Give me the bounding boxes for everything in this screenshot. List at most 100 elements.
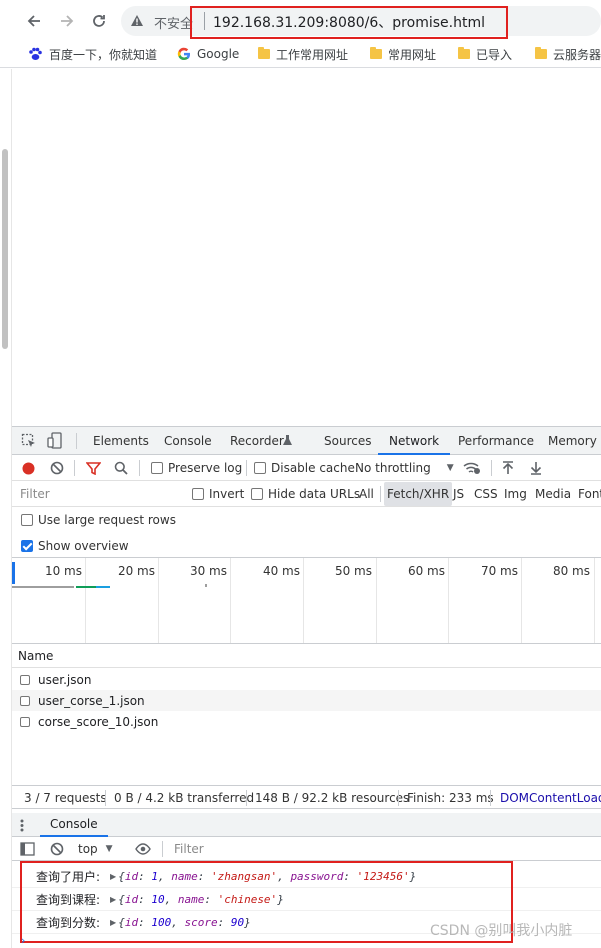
checkbox-box[interactable]	[192, 487, 204, 500]
tick-label: 60 ms	[407, 564, 445, 578]
tab-sources[interactable]: Sources	[324, 427, 371, 455]
request-name: user.json	[38, 672, 92, 687]
type-js[interactable]: JS	[450, 482, 467, 506]
bookmark-folder-common[interactable]: 常用网址	[370, 40, 436, 68]
checkbox-box[interactable]	[21, 540, 33, 552]
console-prompt-icon[interactable]: ›	[21, 934, 25, 947]
tab-separator	[76, 433, 77, 449]
filter-placeholder: Filter	[20, 487, 50, 501]
bookmark-folder-work[interactable]: 工作常用网址	[258, 40, 348, 68]
table-row[interactable]: corse_score_10.json	[12, 711, 601, 732]
type-separator	[380, 486, 381, 502]
tab-network[interactable]: Network	[378, 427, 451, 455]
filter-funnel-icon	[86, 462, 101, 475]
watermark: CSDN @别叫我小内脏	[430, 923, 573, 939]
tab-console[interactable]: Console	[164, 427, 212, 455]
summary-finish: Finish: 233 ms	[407, 791, 494, 805]
tab-memory[interactable]: Memory	[548, 427, 597, 455]
network-summary: 3 / 7 requests 0 B / 4.2 kB transferred …	[12, 785, 601, 809]
forward-button[interactable]	[54, 8, 80, 34]
inspect-element-icon	[21, 433, 35, 447]
tab-performance[interactable]: Performance	[458, 427, 534, 455]
dropdown-arrow-icon: ▼	[105, 844, 113, 854]
network-toolbar: Preserve log Disable cache No throttling…	[12, 455, 601, 481]
sidebar-toggle-icon	[20, 842, 35, 856]
checkbox-box[interactable]	[21, 514, 33, 526]
bookmark-label: 云服务器	[553, 47, 601, 62]
table-row[interactable]: user_corse_1.json	[12, 690, 601, 711]
reload-icon	[93, 15, 105, 27]
bookmarks-bar: 百度一下，你就知道 Google 工作常用网址 常用网址 已导入 云服务器	[0, 40, 601, 68]
devtools-tabs: Elements Console Recorder Sources Networ…	[12, 427, 601, 455]
network-conditions-icon	[463, 462, 480, 474]
type-img[interactable]: Img	[501, 482, 530, 506]
invert-label: Invert	[209, 486, 245, 501]
type-fetch-xhr[interactable]: Fetch/XHR	[384, 482, 453, 506]
show-overview-label: Show overview	[38, 539, 129, 553]
bookmark-google[interactable]: Google	[177, 40, 239, 68]
scrollbar-thumb[interactable]	[2, 149, 8, 349]
bookmark-folder-imported[interactable]: 已导入	[458, 40, 512, 68]
clear-icon	[50, 461, 64, 475]
file-icon	[20, 695, 30, 706]
request-name: corse_score_10.json	[38, 714, 159, 729]
drawer-tab-console[interactable]: Console	[40, 813, 108, 837]
tick-label: 20 ms	[117, 564, 155, 578]
bookmark-label: 常用网址	[388, 47, 437, 62]
preserve-log-checkbox[interactable]: Preserve log	[151, 455, 242, 480]
eye-icon	[135, 843, 151, 855]
back-button[interactable]	[21, 8, 47, 34]
forward-arrow-icon	[61, 15, 74, 27]
context-label: top	[78, 842, 98, 856]
tab-elements[interactable]: Elements	[93, 427, 149, 455]
hide-data-urls-checkbox[interactable]: Hide data URLs	[251, 481, 360, 506]
checkbox-box[interactable]	[151, 461, 163, 474]
toolbar-separator	[74, 460, 75, 476]
table-row[interactable]: user.json	[12, 669, 601, 690]
show-overview-checkbox[interactable]: Show overview	[21, 533, 129, 559]
timeline-bar	[76, 586, 96, 588]
url-annotation-box	[190, 6, 508, 39]
type-media[interactable]: Media	[532, 482, 574, 506]
folder-icon	[258, 47, 270, 59]
tab-recorder[interactable]: Recorder	[230, 427, 284, 455]
bookmark-folder-cloud[interactable]: 云服务器	[535, 40, 601, 68]
clear-console-icon	[50, 842, 64, 856]
console-toolbar: top ▼ Filter	[12, 837, 601, 861]
disable-cache-checkbox[interactable]: Disable cache	[254, 455, 355, 480]
file-icon	[20, 716, 30, 727]
column-name[interactable]: Name	[18, 649, 53, 663]
reload-button[interactable]	[86, 8, 112, 34]
type-font[interactable]: Font	[575, 482, 601, 506]
dropdown-arrow-icon: ▼	[446, 462, 454, 473]
left-scrollbar[interactable]	[0, 69, 12, 948]
record-icon	[22, 462, 35, 475]
summary-requests: 3 / 7 requests	[24, 791, 107, 805]
console-filter-input[interactable]: Filter	[174, 842, 204, 856]
preserve-log-label: Preserve log	[168, 460, 243, 475]
large-rows-label: Use large request rows	[38, 513, 176, 527]
disable-cache-label: Disable cache	[271, 460, 355, 475]
summary-separator	[490, 790, 491, 806]
type-css[interactable]: CSS	[471, 482, 501, 506]
type-all[interactable]: All	[356, 482, 377, 506]
throttling-select[interactable]: No throttling ▼	[355, 455, 454, 480]
tick-label: 10 ms	[44, 564, 82, 578]
request-list: user.json user_corse_1.json corse_score_…	[12, 669, 601, 732]
large-rows-checkbox[interactable]: Use large request rows	[21, 507, 176, 533]
flask-icon	[283, 435, 292, 445]
back-arrow-icon	[27, 15, 40, 27]
context-select[interactable]: top ▼	[78, 837, 113, 861]
checkbox-box[interactable]	[254, 461, 266, 474]
invert-checkbox[interactable]: Invert	[192, 481, 244, 506]
request-name: user_corse_1.json	[38, 693, 145, 708]
summary-separator	[246, 790, 247, 806]
folder-icon	[458, 47, 470, 59]
overview-cursor	[12, 562, 15, 584]
summary-domcontentloaded: DOMContentLoaded	[500, 791, 601, 805]
page-viewport	[0, 69, 601, 426]
filter-input[interactable]: Filter	[16, 484, 180, 504]
toolbar-separator	[139, 460, 140, 476]
bookmark-baidu[interactable]: 百度一下，你就知道	[27, 40, 157, 68]
checkbox-box[interactable]	[251, 487, 263, 500]
